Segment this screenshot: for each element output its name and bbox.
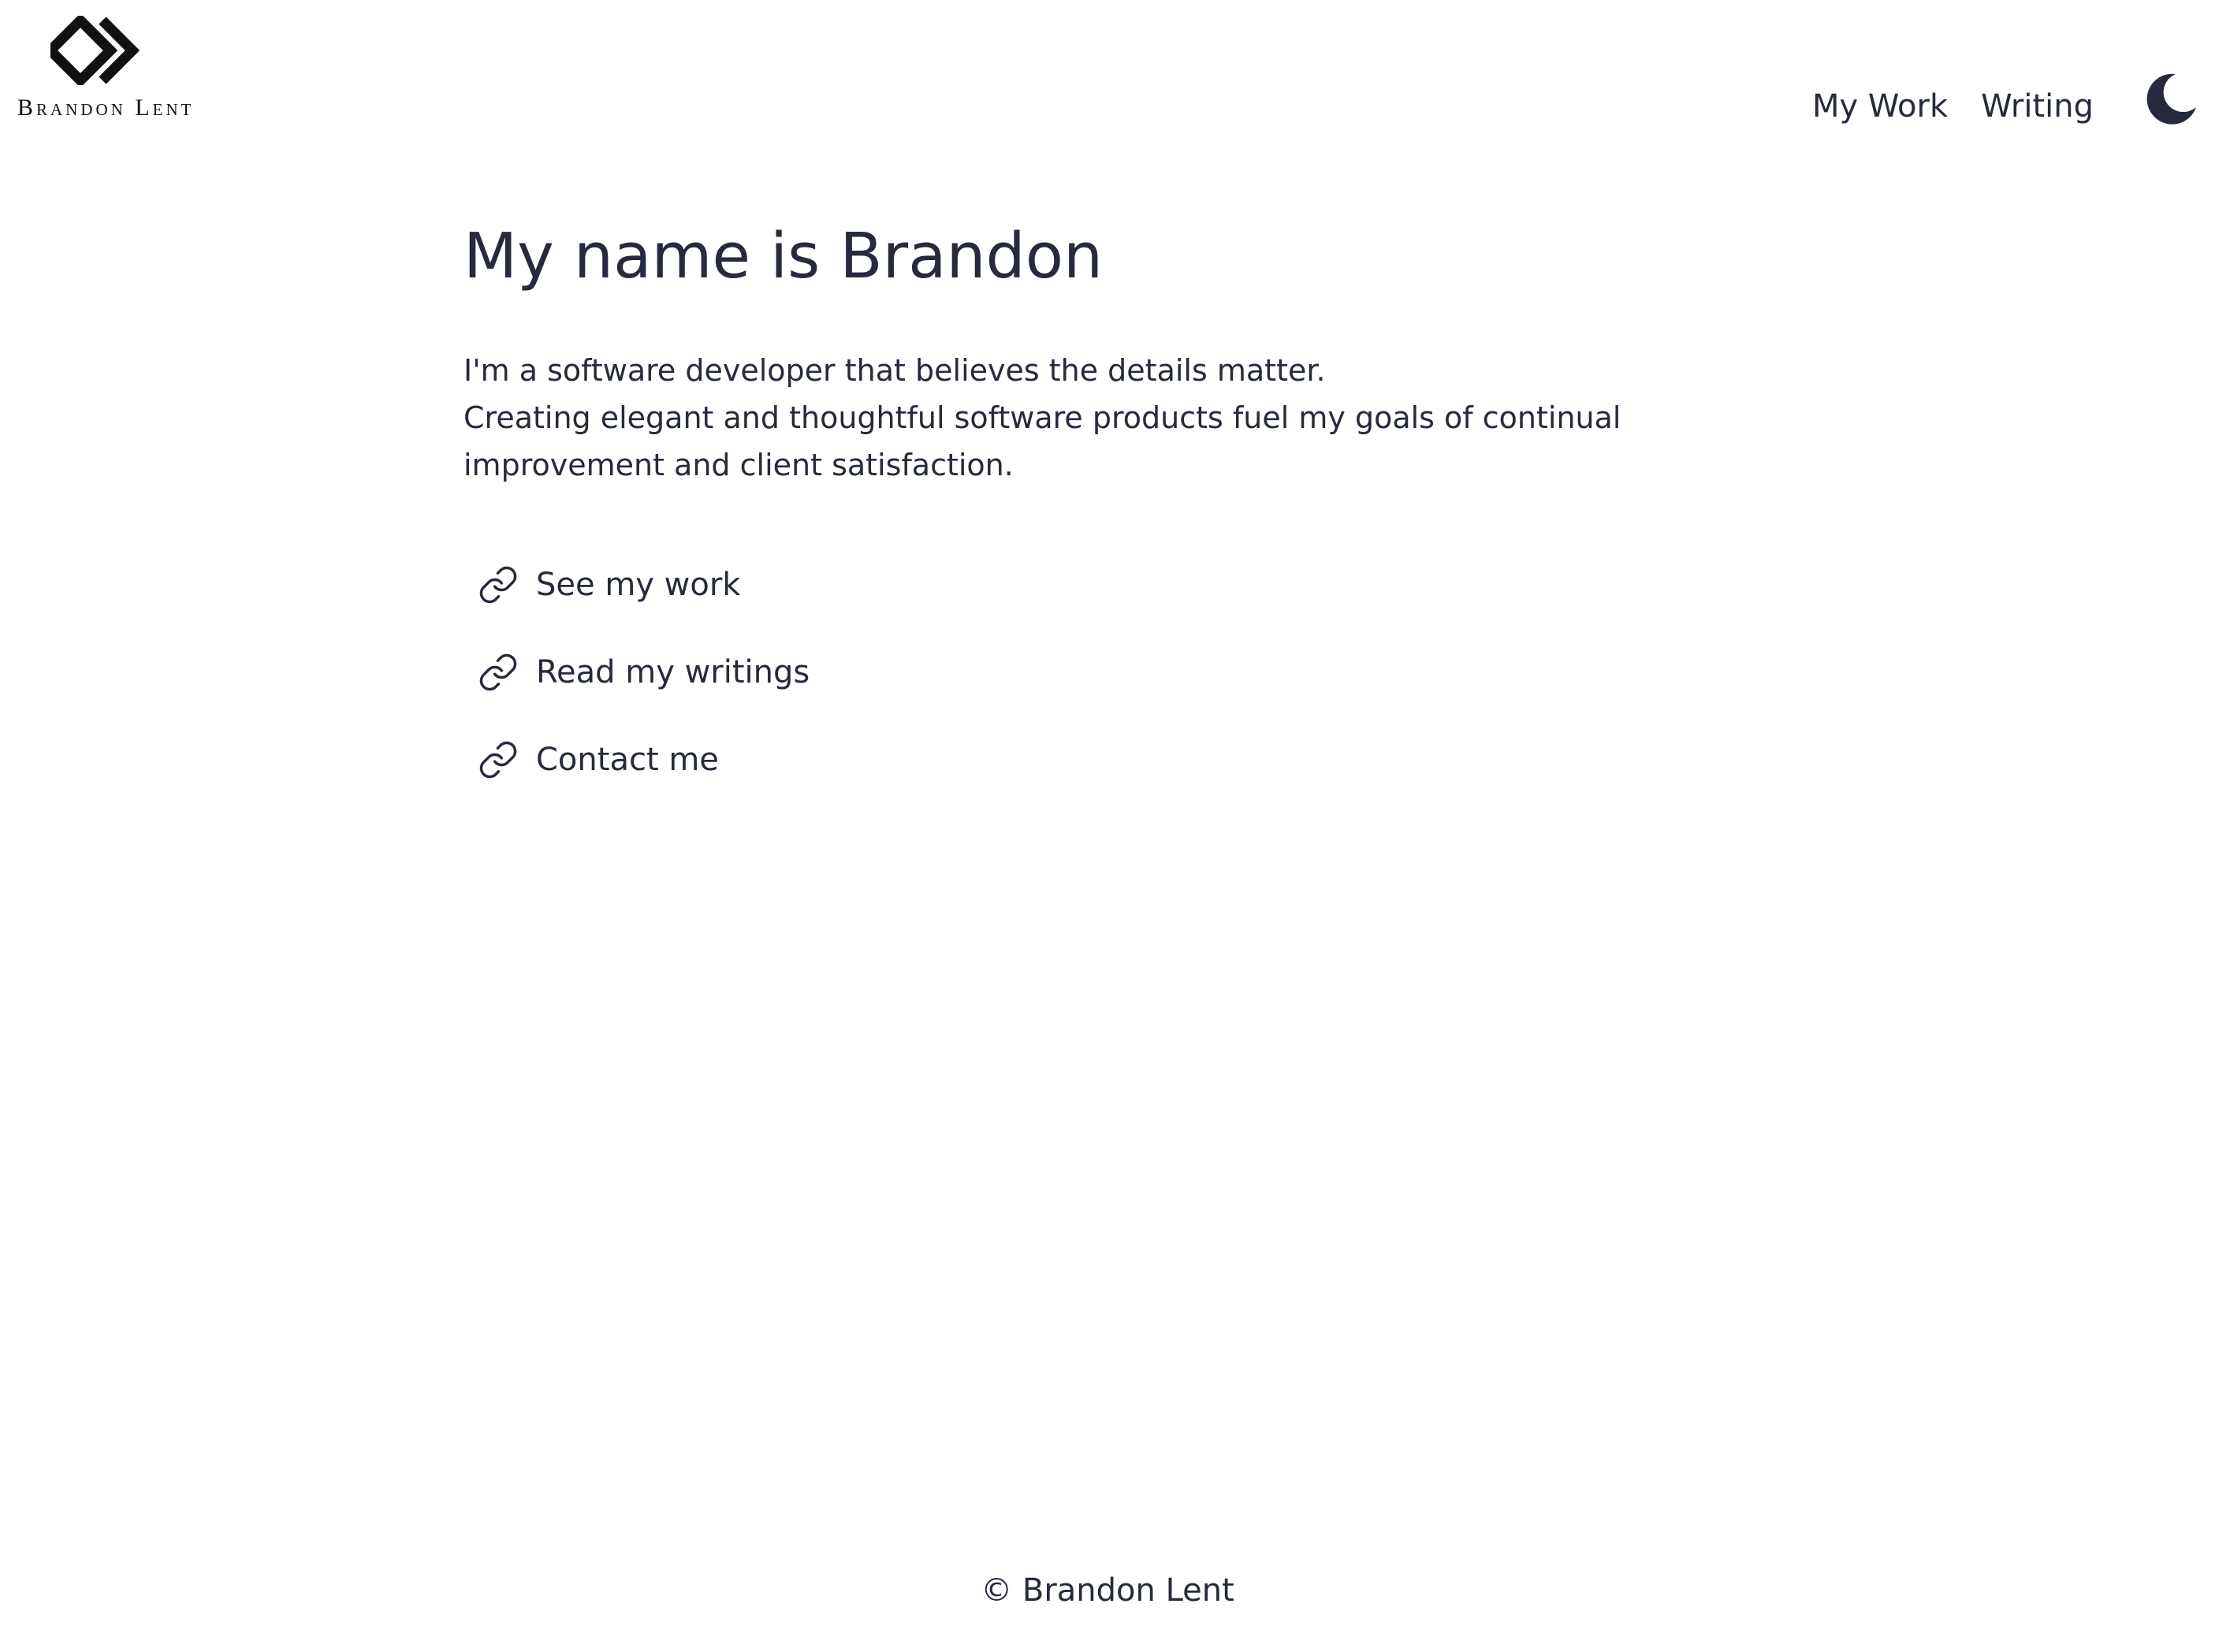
intro-line: improvement and client satisfaction. bbox=[463, 448, 1014, 482]
logo-link[interactable]: Brandon Lent bbox=[17, 11, 195, 121]
intro-line: I'm a software developer that believes t… bbox=[463, 353, 1326, 388]
link-icon bbox=[479, 741, 517, 779]
page-title: My name is Brandon bbox=[463, 220, 1104, 292]
link-label: Read my writings bbox=[536, 654, 810, 690]
top-nav: My Work Writing bbox=[1812, 73, 2215, 138]
page: Brandon Lent My Work Writing My name is … bbox=[0, 0, 2215, 1652]
nav-my-work[interactable]: My Work bbox=[1812, 88, 1948, 125]
intro-line: Creating elegant and thoughtful software… bbox=[463, 400, 1621, 435]
read-my-writings-link[interactable]: Read my writings bbox=[478, 649, 1646, 696]
link-list: See my work Read my writings Contact me bbox=[478, 561, 1646, 783]
main-content: My name is Brandon I'm a software develo… bbox=[463, 213, 1646, 824]
link-icon bbox=[479, 653, 517, 691]
link-label: See my work bbox=[536, 567, 741, 603]
chevron-diamond-logo-icon bbox=[50, 16, 140, 85]
moon-icon[interactable] bbox=[2142, 71, 2199, 128]
intro-text: I'm a software developer that believes t… bbox=[463, 347, 1646, 489]
copyright-text: © Brandon Lent bbox=[981, 1572, 1234, 1609]
see-my-work-link[interactable]: See my work bbox=[478, 561, 1646, 608]
link-icon bbox=[479, 566, 517, 604]
contact-me-link[interactable]: Contact me bbox=[478, 736, 1646, 783]
logo-text: Brandon Lent bbox=[17, 95, 195, 121]
footer: © Brandon Lent bbox=[0, 1572, 2215, 1609]
link-label: Contact me bbox=[536, 742, 719, 778]
nav-writing[interactable]: Writing bbox=[1981, 88, 2094, 125]
